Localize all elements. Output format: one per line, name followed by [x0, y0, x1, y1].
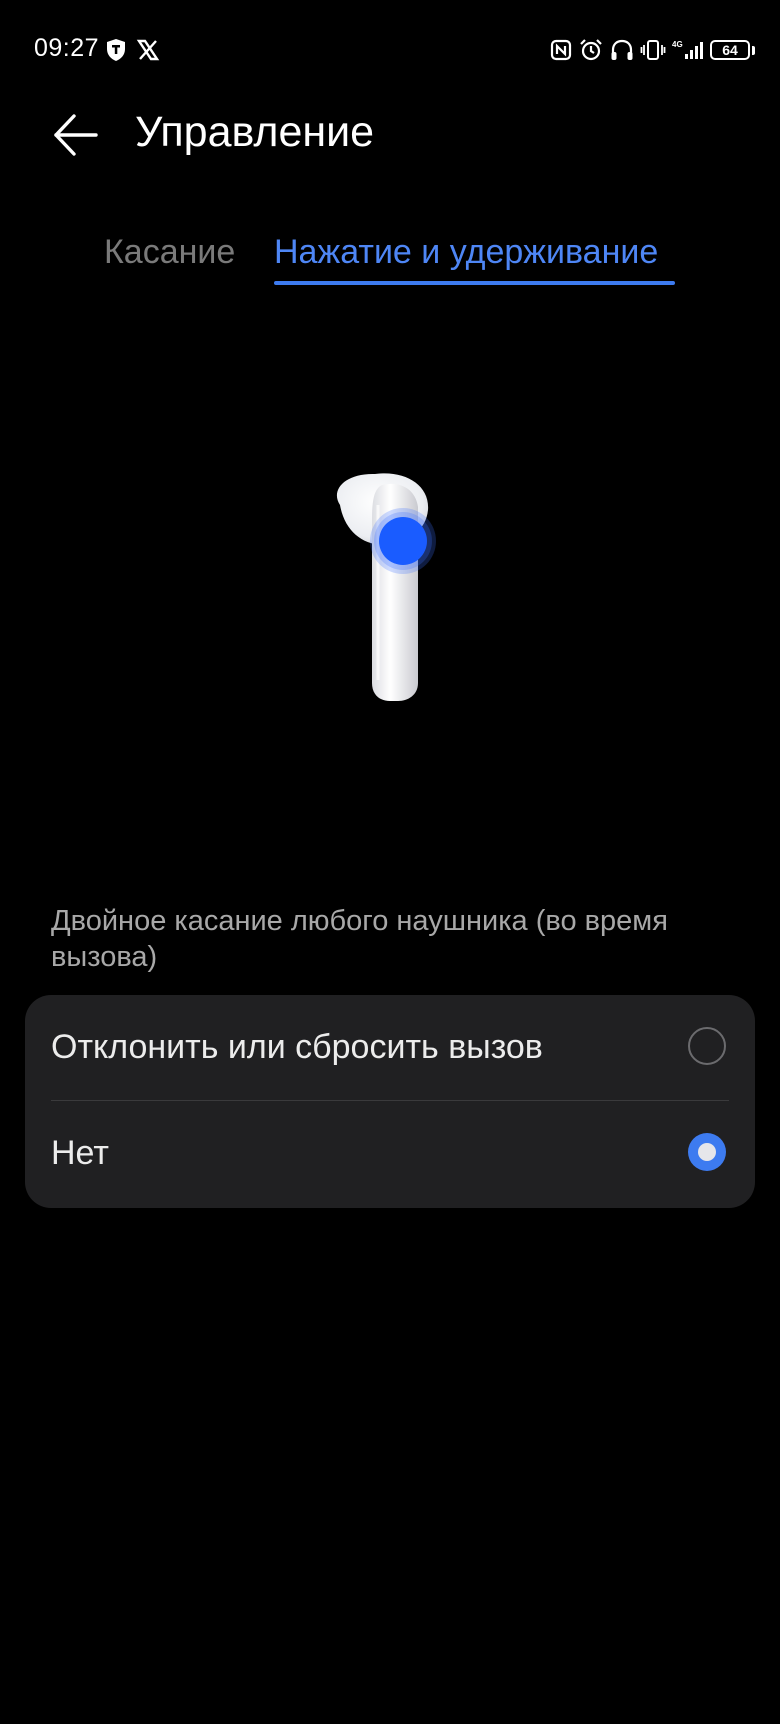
tab-press-and-hold[interactable]: Нажатие и удерживание: [274, 233, 658, 272]
back-button[interactable]: [50, 110, 100, 160]
alarm-icon: [578, 36, 604, 64]
status-bar: 09:27 4G 64: [0, 0, 780, 100]
radio-dot: [698, 1143, 716, 1161]
back-arrow-icon: [54, 114, 98, 156]
battery-indicator: 64: [710, 40, 755, 60]
earbud-illustration: [320, 465, 460, 705]
notification-app-icon: [104, 36, 128, 64]
page-title: Управление: [135, 108, 375, 156]
options-card: Отклонить или сбросить вызов Нет: [25, 995, 755, 1208]
x-app-icon: [136, 36, 160, 64]
tab-bar: Касание Нажатие и удерживание: [0, 225, 780, 295]
signal-icon: 4G: [671, 36, 705, 64]
app-bar: Управление: [0, 100, 780, 170]
option-none[interactable]: Нет: [25, 1101, 755, 1203]
radio-button-selected[interactable]: [688, 1133, 726, 1171]
status-right-icons: 4G 64: [549, 36, 755, 64]
option-label: Нет: [51, 1134, 109, 1172]
active-tab-indicator: [274, 281, 675, 285]
status-left-icons: [104, 36, 160, 64]
vibrate-icon: [640, 36, 666, 64]
battery-level: 64: [722, 42, 738, 58]
radio-button-unselected[interactable]: [688, 1027, 726, 1065]
headphones-icon: [609, 36, 635, 64]
network-label: 4G: [672, 40, 683, 49]
status-time: 09:27: [34, 34, 100, 62]
section-caption: Двойное касание любого наушника (во врем…: [51, 905, 668, 973]
tab-touch[interactable]: Касание: [104, 233, 235, 272]
nfc-icon: [549, 36, 573, 64]
option-label: Отклонить или сбросить вызов: [51, 1028, 543, 1066]
option-decline-call[interactable]: Отклонить или сбросить вызов: [25, 995, 755, 1097]
